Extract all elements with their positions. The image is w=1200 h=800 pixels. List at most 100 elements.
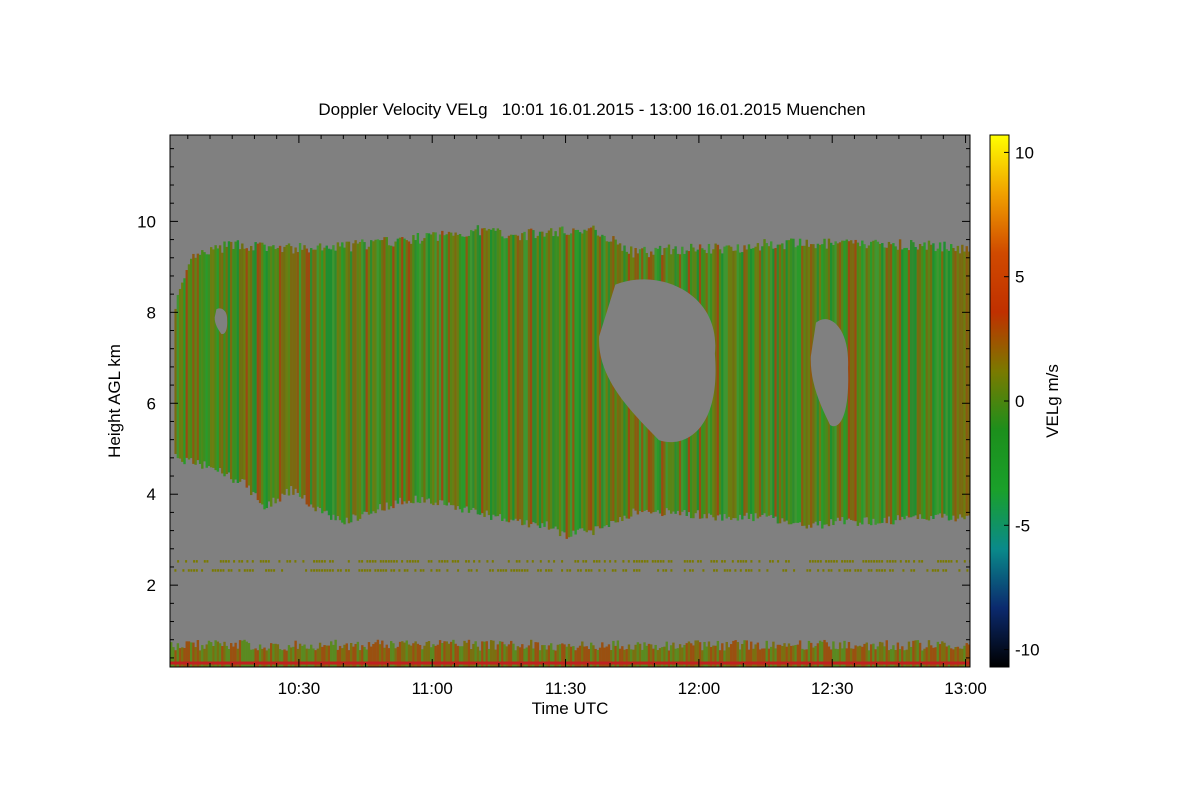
- residual-point: [614, 560, 617, 563]
- cloud-column: [267, 246, 271, 502]
- residual-point: [497, 569, 500, 572]
- cloud-column: [918, 243, 922, 515]
- residual-point: [843, 560, 846, 563]
- cloud-column: [716, 244, 720, 516]
- residual-point: [745, 560, 748, 563]
- cloud-column: [778, 244, 782, 524]
- cloud-column: [763, 239, 766, 514]
- cloud-column: [856, 242, 860, 526]
- cloud-column: [605, 241, 608, 526]
- cloud-column: [310, 248, 313, 505]
- residual-point: [937, 560, 940, 563]
- cloud-column: [230, 241, 233, 480]
- cloud-column: [543, 236, 546, 527]
- residual-point: [422, 569, 425, 572]
- residual-point: [174, 569, 177, 572]
- residual-point: [427, 560, 430, 563]
- residual-point: [395, 560, 398, 563]
- residual-point: [585, 560, 588, 563]
- residual-point: [318, 560, 321, 563]
- residual-point: [942, 560, 945, 563]
- cloud-column: [447, 231, 451, 503]
- cloud-column: [887, 241, 891, 517]
- cloud-column: [861, 240, 864, 525]
- residual-point: [302, 560, 305, 563]
- cloud-column: [181, 282, 184, 462]
- residual-point: [603, 560, 606, 563]
- cloud-column: [930, 244, 933, 516]
- cloud-column: [592, 225, 595, 536]
- residual-point: [513, 569, 516, 572]
- residual-point: [710, 560, 713, 563]
- cloud-column: [572, 228, 575, 531]
- cloud-column: [556, 236, 560, 530]
- residual-point: [435, 569, 438, 572]
- residual-point: [835, 560, 838, 563]
- cloud-column: [567, 234, 571, 538]
- cloud-column: [594, 229, 597, 527]
- cloud-column: [332, 245, 335, 515]
- residual-point: [347, 569, 350, 572]
- residual-point: [918, 560, 921, 563]
- cloud-column: [947, 250, 951, 521]
- residual-point: [891, 560, 894, 563]
- residual-point: [374, 569, 377, 572]
- cloud-column: [741, 252, 744, 520]
- residual-point: [473, 560, 476, 563]
- residual-point: [265, 569, 268, 572]
- cloud-column: [325, 245, 328, 511]
- residual-point: [515, 569, 518, 572]
- residual-point: [475, 569, 478, 572]
- residual-point: [963, 560, 966, 563]
- residual-point: [321, 569, 324, 572]
- residual-point: [217, 569, 220, 572]
- colorbar-tick-label: 10: [1015, 143, 1034, 162]
- residual-point: [731, 560, 734, 563]
- cloud-column: [561, 226, 564, 532]
- cloud-column: [585, 230, 588, 533]
- residual-point: [315, 560, 318, 563]
- plot-area: [170, 135, 970, 667]
- cloud-column: [507, 235, 511, 523]
- cloud-column: [203, 252, 206, 462]
- cloud-column: [736, 244, 740, 521]
- cloud-column: [512, 234, 515, 521]
- residual-point: [507, 560, 510, 563]
- cloud-column: [456, 234, 460, 507]
- residual-point: [331, 569, 334, 572]
- cloud-column: [407, 241, 411, 501]
- residual-point: [361, 560, 364, 563]
- cloud-column: [901, 249, 904, 517]
- cloud-column: [523, 231, 526, 525]
- residual-point: [625, 569, 628, 572]
- residual-point: [838, 569, 841, 572]
- cloud-column: [198, 254, 202, 465]
- x-axis-label: Time UTC: [532, 699, 609, 718]
- residual-point: [691, 560, 694, 563]
- cloud-column: [850, 240, 853, 520]
- residual-point: [313, 560, 316, 563]
- residual-point: [771, 560, 774, 563]
- residual-point: [806, 569, 809, 572]
- cloud-column: [307, 252, 311, 507]
- residual-point: [873, 560, 876, 563]
- cloud-column: [767, 246, 771, 516]
- residual-point: [683, 560, 686, 563]
- cloud-column: [336, 242, 340, 517]
- cloud-column: [372, 241, 375, 512]
- cloud-column: [496, 228, 500, 517]
- residual-point: [683, 569, 686, 572]
- cloud-column: [550, 228, 553, 529]
- cloud-column: [290, 246, 293, 487]
- residual-point: [931, 569, 934, 572]
- residual-point: [734, 569, 737, 572]
- residual-point: [595, 560, 598, 563]
- residual-point: [230, 569, 233, 572]
- cloud-column: [450, 232, 453, 506]
- cloud-column: [872, 240, 875, 519]
- residual-point: [598, 560, 601, 563]
- residual-point: [809, 569, 812, 572]
- cloud-column: [441, 230, 444, 501]
- residual-point: [867, 560, 870, 563]
- residual-point: [939, 560, 942, 563]
